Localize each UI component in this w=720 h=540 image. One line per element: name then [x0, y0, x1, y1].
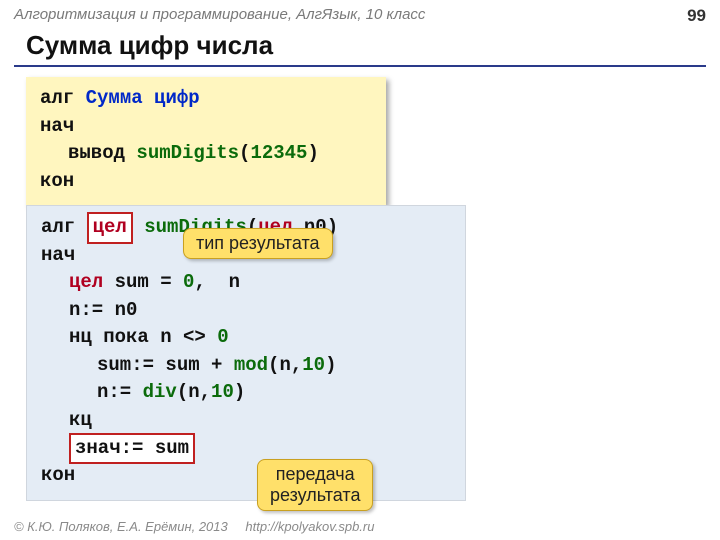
- footer: © К.Ю. Поляков, Е.А. Ерёмин, 2013 http:/…: [14, 519, 374, 534]
- sum-expr-b: (n,: [268, 354, 302, 376]
- sum-expr-a: sum:= sum +: [97, 354, 234, 376]
- return-stmt-box: знач:= sum: [69, 433, 195, 465]
- kw-begin2: нач: [41, 244, 75, 266]
- callout-return-result: передача результата: [257, 459, 373, 510]
- n-expr-a: n:=: [97, 381, 143, 403]
- n-expr-b: (n,: [177, 381, 211, 403]
- paren-open: (: [239, 142, 250, 164]
- var-n: , n: [194, 271, 240, 293]
- return-type-box: цел: [87, 212, 133, 244]
- callout-return-l1: передача: [276, 464, 355, 484]
- num-ten2: 10: [211, 381, 234, 403]
- kw-end2: кон: [41, 464, 75, 486]
- num-ten1: 10: [302, 354, 325, 376]
- mod-func: mod: [234, 354, 268, 376]
- call-func: sumDigits: [136, 142, 239, 164]
- n-expr-c: ): [234, 381, 245, 403]
- title-rule: [14, 65, 706, 67]
- code-function-def: алг цел sumDigits(цел n0) нач цел sum = …: [26, 205, 466, 500]
- return-type: цел: [93, 216, 127, 238]
- page-number: 99: [687, 6, 706, 26]
- callout-type-result: тип результата: [183, 228, 333, 259]
- kw-alg2: алг: [41, 216, 75, 238]
- code-example-main: алг Сумма цифр нач вывод sumDigits(12345…: [26, 77, 386, 205]
- paren-close: ): [307, 142, 318, 164]
- while-head: нц пока n <>: [69, 326, 217, 348]
- assign-n: n:= n0: [41, 297, 137, 325]
- header-bar: Алгоритмизация и программирование, АлгЯз…: [0, 0, 720, 28]
- div-func: div: [143, 381, 177, 403]
- kw-alg: алг: [40, 87, 74, 109]
- alg-name: Сумма цифр: [86, 87, 200, 109]
- num-zero: 0: [183, 271, 194, 293]
- kw-output: вывод: [68, 142, 125, 164]
- return-stmt: знач:= sum: [75, 437, 189, 459]
- sum-expr-c: ): [325, 354, 336, 376]
- kw-endloop: кц: [41, 407, 92, 435]
- var-decl: sum =: [103, 271, 183, 293]
- course-label: Алгоритмизация и программирование, АлгЯз…: [14, 6, 425, 26]
- page-title: Сумма цифр числа: [0, 28, 720, 65]
- var-type: цел: [69, 271, 103, 293]
- num-zero2: 0: [217, 326, 228, 348]
- kw-begin: нач: [40, 115, 74, 137]
- footer-url: http://kpolyakov.spb.ru: [245, 519, 374, 534]
- callout-return-l2: результата: [270, 485, 360, 505]
- kw-end: кон: [40, 170, 74, 192]
- footer-copyright: © К.Ю. Поляков, Е.А. Ерёмин, 2013: [14, 519, 228, 534]
- call-arg: 12345: [250, 142, 307, 164]
